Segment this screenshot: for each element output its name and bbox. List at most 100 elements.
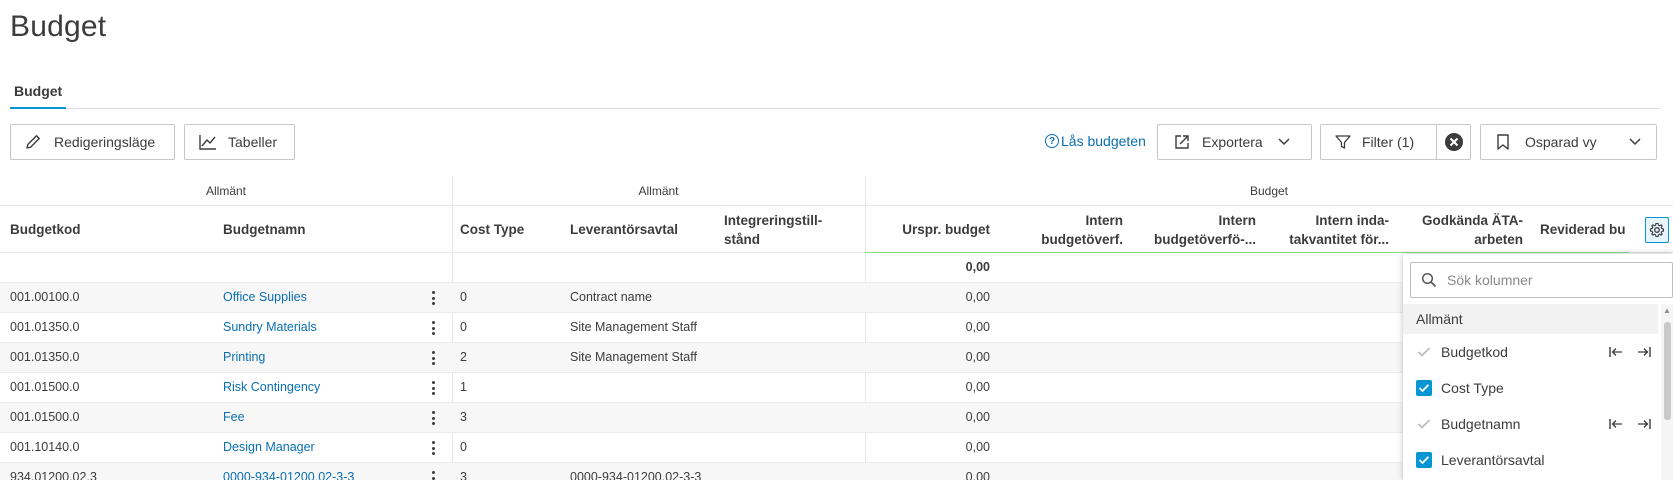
original-budget: 0,00: [965, 470, 990, 480]
supplier-contract: Site Management Staff: [570, 350, 697, 364]
column-settings-button[interactable]: [1645, 217, 1669, 243]
budget-name-link[interactable]: Risk Contingency: [223, 373, 320, 402]
col-header-budgetkod[interactable]: Budgetkod: [10, 206, 200, 253]
column-search-field[interactable]: [1410, 262, 1673, 298]
col-header-godkanda-line1: Godkända ÄTA-: [1422, 212, 1523, 228]
column-option-leverantorsavtal[interactable]: Leverantörsavtal: [1403, 442, 1658, 478]
line-chart-icon: [199, 135, 216, 150]
col-header-intern-budgetoverf[interactable]: Intern budgetöverf.: [1000, 206, 1123, 253]
column-option-label: Leverantörsavtal: [1441, 452, 1545, 468]
budget-name-link[interactable]: Fee: [223, 403, 245, 432]
original-budget: 0,00: [965, 410, 990, 424]
more-options-icon[interactable]: [429, 441, 437, 455]
more-options-icon[interactable]: [429, 321, 437, 335]
checkbox-disabled-checked: [1416, 416, 1432, 432]
group-header-allmant: Allmänt: [638, 184, 679, 198]
tables-button[interactable]: Tabeller: [184, 124, 295, 160]
picker-section-allmant: Allmänt: [1403, 304, 1658, 334]
budget-name-link[interactable]: Office Supplies: [223, 283, 307, 312]
group-header-allmant-pinned: Allmänt: [205, 184, 246, 198]
cost-type: 1: [460, 380, 467, 394]
export-label: Exportera: [1202, 134, 1263, 150]
col-header-inda-line1: Intern inda-: [1315, 212, 1390, 228]
cost-type: 0: [460, 320, 467, 334]
col-header-urspr-budget[interactable]: Urspr. budget: [870, 206, 990, 253]
column-option-cost-type[interactable]: Cost Type: [1403, 370, 1658, 406]
supplier-contract: 0000-934-01200.02-3-3: [570, 470, 702, 480]
budget-code: 001.00100.0: [10, 290, 80, 304]
budget-code: 001.01500.0: [10, 380, 80, 394]
col-header-godkanda-ata[interactable]: Godkända ÄTA- arbeten: [1400, 206, 1523, 253]
more-options-icon[interactable]: [429, 471, 437, 480]
pin-right-icon[interactable]: [1636, 345, 1652, 359]
saved-view-label: Osparad vy: [1525, 134, 1597, 150]
filter-label: Filter (1): [1362, 134, 1415, 150]
edit-mode-button[interactable]: Redigeringsläge: [10, 124, 175, 160]
more-options-icon[interactable]: [429, 411, 437, 425]
total-urspr-budget: 0,00: [965, 260, 990, 274]
budget-name-link[interactable]: Sundry Materials: [223, 313, 317, 342]
picker-scrollbar-thumb[interactable]: [1664, 322, 1671, 420]
chevron-down-icon: [1629, 138, 1641, 146]
tables-label: Tabeller: [228, 134, 278, 150]
bookmark-icon: [1497, 134, 1509, 150]
pin-left-icon[interactable]: [1608, 345, 1624, 359]
col-header-intern-budgetoverfo[interactable]: Intern budgetöverfö-...: [1135, 206, 1256, 253]
col-header-integrering-line1: Integreringstill-: [724, 212, 823, 228]
col-header-intern2-line2: budgetöverfö-...: [1154, 231, 1256, 247]
budget-code: 001.01350.0: [10, 320, 80, 334]
pin-left-icon[interactable]: [1608, 417, 1624, 431]
original-budget: 0,00: [965, 440, 990, 454]
clear-filter-button[interactable]: [1436, 124, 1471, 160]
group-header-budget: Budget: [1249, 184, 1289, 198]
budget-name-link[interactable]: 0000-934-01200.02-3-3: [223, 463, 354, 480]
budget-name-link[interactable]: Design Manager: [223, 433, 315, 462]
column-search-input[interactable]: [1447, 272, 1647, 288]
help-icon: ?: [1045, 134, 1059, 148]
checkmark-icon: [1418, 456, 1430, 465]
supplier-contract: Contract name: [570, 290, 652, 304]
saved-view-dropdown[interactable]: Osparad vy: [1480, 124, 1657, 160]
column-group-row: Allmänt Allmänt Budget: [0, 176, 1673, 206]
cost-type: 3: [460, 470, 467, 480]
column-option-budgetnamn[interactable]: Budgetnamn: [1403, 406, 1658, 442]
col-header-intern-indatakvantitet[interactable]: Intern inda- takvantitet för...: [1268, 206, 1389, 253]
original-budget: 0,00: [965, 380, 990, 394]
export-button[interactable]: Exportera: [1157, 124, 1312, 160]
filter-button[interactable]: Filter (1): [1320, 124, 1437, 160]
checkbox-checked: [1416, 380, 1432, 396]
col-header-cost-type[interactable]: Cost Type: [460, 206, 560, 253]
chevron-down-icon: [1278, 138, 1290, 146]
col-header-intern-line1: Intern: [1085, 212, 1123, 228]
scroll-up-arrow-icon[interactable]: ▲: [1663, 306, 1671, 315]
more-options-icon[interactable]: [429, 381, 437, 395]
budget-name-link[interactable]: Printing: [223, 343, 265, 372]
col-header-integreringstillstand[interactable]: Integreringstill- stånd: [724, 206, 854, 253]
supplier-contract: Site Management Staff: [570, 320, 697, 334]
pencil-icon: [26, 135, 40, 149]
column-option-label: Cost Type: [1441, 380, 1504, 396]
page-title: Budget: [10, 10, 107, 43]
checkmark-icon: [1417, 347, 1431, 357]
more-options-icon[interactable]: [429, 291, 437, 305]
column-option-budgetkod[interactable]: Budgetkod: [1403, 334, 1658, 370]
col-header-integrering-line2: stånd: [724, 231, 761, 247]
col-header-reviderad[interactable]: Reviderad bu: [1540, 206, 1640, 253]
column-option-label: Budgetnamn: [1441, 416, 1521, 432]
tab-budget[interactable]: Budget: [10, 83, 67, 109]
col-header-leverantorsavtal[interactable]: Leverantörsavtal: [570, 206, 710, 253]
lock-budget-link[interactable]: ? Lås budgeten: [1045, 133, 1146, 149]
more-options-icon[interactable]: [429, 351, 437, 365]
budget-code: 001.10140.0: [10, 440, 80, 454]
edit-mode-label: Redigeringsläge: [54, 134, 156, 150]
col-header-budgetnamn[interactable]: Budgetnamn: [223, 206, 423, 253]
budget-code: 001.01350.0: [10, 350, 80, 364]
pin-controls: [1608, 345, 1652, 359]
column-picker-panel: Allmänt Budgetkod Cost Type Budgetnamn L…: [1403, 254, 1673, 480]
checkmark-icon: [1417, 419, 1431, 429]
col-header-inda-line2: takvantitet för...: [1289, 231, 1389, 247]
search-icon: [1421, 272, 1437, 288]
checkbox-checked: [1416, 452, 1432, 468]
cost-type: 2: [460, 350, 467, 364]
pin-right-icon[interactable]: [1636, 417, 1652, 431]
